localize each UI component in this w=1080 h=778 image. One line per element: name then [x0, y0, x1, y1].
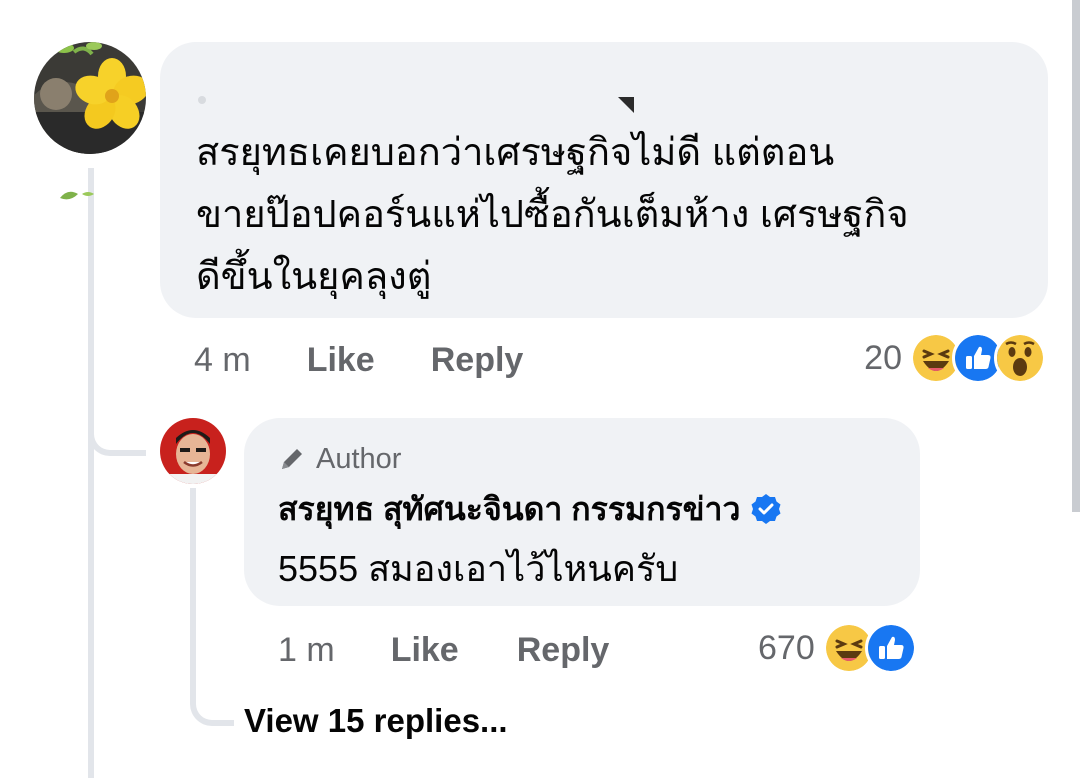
- reaction-count: 20: [864, 338, 902, 377]
- reply-text: 5555 สมองเอาไว้ไหนครับ: [278, 548, 679, 589]
- thread-branch: [88, 410, 146, 456]
- author-badge: Author: [278, 441, 401, 477]
- thread-line: [88, 168, 94, 778]
- leaf-decoration-icon: [60, 191, 94, 200]
- author-name[interactable]: สรยุทธ สุทัศนะจินดา กรรมกรข่าว: [278, 484, 740, 535]
- comment-reactions[interactable]: 20: [864, 332, 1046, 384]
- commenter-name-redacted: [196, 58, 316, 98]
- author-avatar[interactable]: [160, 418, 226, 484]
- like-icon: [864, 622, 917, 674]
- author-badge-label: Author: [316, 442, 402, 475]
- reply-like-button[interactable]: Like: [391, 631, 459, 670]
- comment-text: สรยุทธเคยบอกว่าเศรษฐกิจไม่ดี แต่ตอน ขายป…: [196, 122, 1016, 308]
- reply-button[interactable]: Reply: [431, 341, 524, 380]
- comment-actions: 4 m Like Reply: [194, 338, 523, 382]
- comment-text-line: ดีขึ้นในยุคลุงตู่: [196, 256, 432, 298]
- comment-text-line: สรยุทธเคยบอกว่าเศรษฐกิจไม่ดี แต่ตอน: [196, 132, 835, 174]
- comment-timestamp[interactable]: 4 m: [194, 341, 251, 380]
- reply-timestamp[interactable]: 1 m: [278, 631, 335, 670]
- redaction-mark: [618, 97, 634, 113]
- wow-icon: [994, 332, 1046, 384]
- reply-reactions[interactable]: 670: [758, 622, 917, 674]
- comment-thread: สรยุทธเคยบอกว่าเศรษฐกิจไม่ดี แต่ตอน ขายป…: [0, 0, 1080, 778]
- pencil-icon: [282, 449, 302, 469]
- view-replies-link[interactable]: View 15 replies...: [244, 702, 508, 740]
- author-name-row: สรยุทธ สุทัศนะจินดา กรรมกรข่าว: [278, 488, 782, 530]
- reaction-count: 670: [758, 628, 815, 667]
- reply-thread-line: [190, 488, 196, 688]
- comment-text-line: ขายป๊อปคอร์นแห่ไปซื้อกันเต็มห้าง เศรษฐกิ…: [196, 194, 909, 236]
- verified-check-icon: [751, 494, 781, 524]
- like-button[interactable]: Like: [307, 341, 375, 380]
- commenter-avatar[interactable]: [34, 42, 146, 154]
- reply-thread-branch: [190, 680, 234, 726]
- reply-actions: 1 m Like Reply: [278, 628, 609, 672]
- reply-reply-button[interactable]: Reply: [517, 631, 610, 670]
- scrollbar[interactable]: [1072, 0, 1080, 512]
- redaction-mark: [198, 96, 206, 104]
